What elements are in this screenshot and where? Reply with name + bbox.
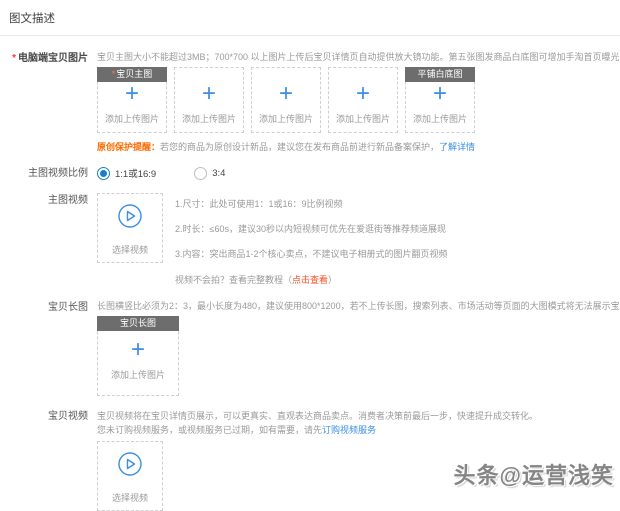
item-video-label: 宝贝视频 [48,411,88,422]
play-icon [117,203,143,234]
plus-icon: + [124,80,139,107]
tip-size: 1.尺寸：此处可使用1：1或16：9比例视频 [175,199,343,209]
learn-more-link[interactable]: 了解详情 [439,142,475,152]
upload-image-label: 添加上传图片 [181,114,236,124]
long-image-row: 宝贝长图 长图横竖比必须为2：3，最小长度为480，建议使用800*1200，若… [0,300,620,396]
plus-icon: + [432,80,447,107]
select-video-label: 选择视频 [111,492,148,503]
video-help-line: 视频不会拍？查看完整教程（点击查看） [175,275,338,285]
video-ratio-label: 主图视频比例 [28,168,88,179]
upload-long-image-box[interactable]: 宝贝长图 + 添加上传图片 [97,316,179,396]
item-video-desc-line1: 宝贝视频将在宝贝详情页展示，可以更真实、直观表达商品卖点。消费者决策前最后一步，… [97,411,539,421]
item-video-desc: 宝贝视频将在宝贝详情页展示，可以更真实、直观表达商品卖点。消费者决策前最后一步，… [97,409,620,437]
main-video-label: 主图视频 [48,195,88,206]
ratio-option-3-4[interactable]: 3:4 [194,166,226,180]
video-ratio-row: 主图视频比例 1:1或16:9 3:4 [0,166,620,181]
plus-icon: + [278,80,293,107]
upload-image-box[interactable]: + 添加上传图片 [251,67,321,133]
play-icon [117,451,143,482]
section-title: 图文描述 [9,13,55,25]
pc-images-row: * 电脑端宝贝图片 宝贝主图大小不能超过3MB；700*700 以上图片上传后宝贝… [0,51,620,153]
long-image-desc: 长图横竖比必须为2：3，最小长度为480，建议使用800*1200，若不上传长图… [97,301,620,311]
radio-label: 1:1或16:9 [115,169,157,180]
tab-white-bg-image[interactable]: 平铺白底图 [405,67,475,82]
select-video-box[interactable]: 选择视频 [97,193,163,263]
plus-icon: + [355,80,370,107]
required-mark: * [12,53,16,64]
radio-label: 3:4 [212,167,226,179]
main-video-tips: 1.尺寸：此处可使用1：1或16：9比例视频 2.时长：≤60s，建议30秒以内… [175,193,448,286]
upload-boxes-row: *宝贝主图 + 添加上传图片 + 添加上传图片 + 添加上传图片 + 添加上传图… [97,67,620,133]
main-video-row: 主图视频 选择视频 1.尺寸：此处可使用1：1或16：9比例视频 2.时长：≤6… [0,193,620,286]
tab-main-image[interactable]: *宝贝主图 [97,67,167,82]
pc-images-label: * 电脑端宝贝图片 [12,53,88,64]
ratio-option-1-1-16-9[interactable]: 1:1或16:9 [97,166,156,180]
notice-head: 原创保护提醒： [97,142,161,152]
long-image-label: 宝贝长图 [48,302,88,313]
plus-icon: + [201,80,216,107]
upload-image-label: 添加上传图片 [412,114,467,124]
tab-long-image[interactable]: 宝贝长图 [97,316,179,331]
required-mark: * [111,69,116,79]
watermark: 头条@运营浅笑 [453,463,614,488]
upload-image-box-main[interactable]: *宝贝主图 + 添加上传图片 [97,67,167,133]
upload-image-label: 添加上传图片 [104,114,159,124]
original-protection-notice: 原创保护提醒：若您的商品为原创设计新品，建议您在发布商品前进行新品备案保护，了解… [97,142,476,152]
pc-images-desc: 宝贝主图大小不能超过3MB；700*700 以上图片上传后宝贝详情页自动提供放大… [97,52,620,62]
upload-image-label: 添加上传图片 [110,370,165,380]
select-video-label: 选择视频 [111,244,148,255]
tip-duration: 2.时长：≤60s，建议30秒以内短视频可优先在爱逛街等推荐频道展现 [175,224,446,234]
order-video-service-link[interactable]: 订购视频服务 [322,425,376,435]
item-video-desc-line2: 您未订购视频服务，或视频服务已过期，如有需要，请先订购视频服务 [97,425,377,435]
radio-unselected-icon[interactable] [194,166,208,180]
click-view-link[interactable]: 点击查看 [292,275,328,285]
upload-image-box[interactable]: + 添加上传图片 [174,67,244,133]
upload-image-box[interactable]: + 添加上传图片 [328,67,398,133]
upload-image-label: 添加上传图片 [335,114,390,124]
select-item-video-box[interactable]: 选择视频 [97,441,163,511]
upload-image-label: 添加上传图片 [258,114,313,124]
radio-selected-icon[interactable] [97,166,110,180]
tip-content: 3.内容：突出商品1-2个核心卖点，不建议电子相册式的图片翻页视频 [175,249,448,259]
plus-icon: + [130,336,145,363]
upload-image-box-whitebg[interactable]: 平铺白底图 + 添加上传图片 [405,67,475,133]
